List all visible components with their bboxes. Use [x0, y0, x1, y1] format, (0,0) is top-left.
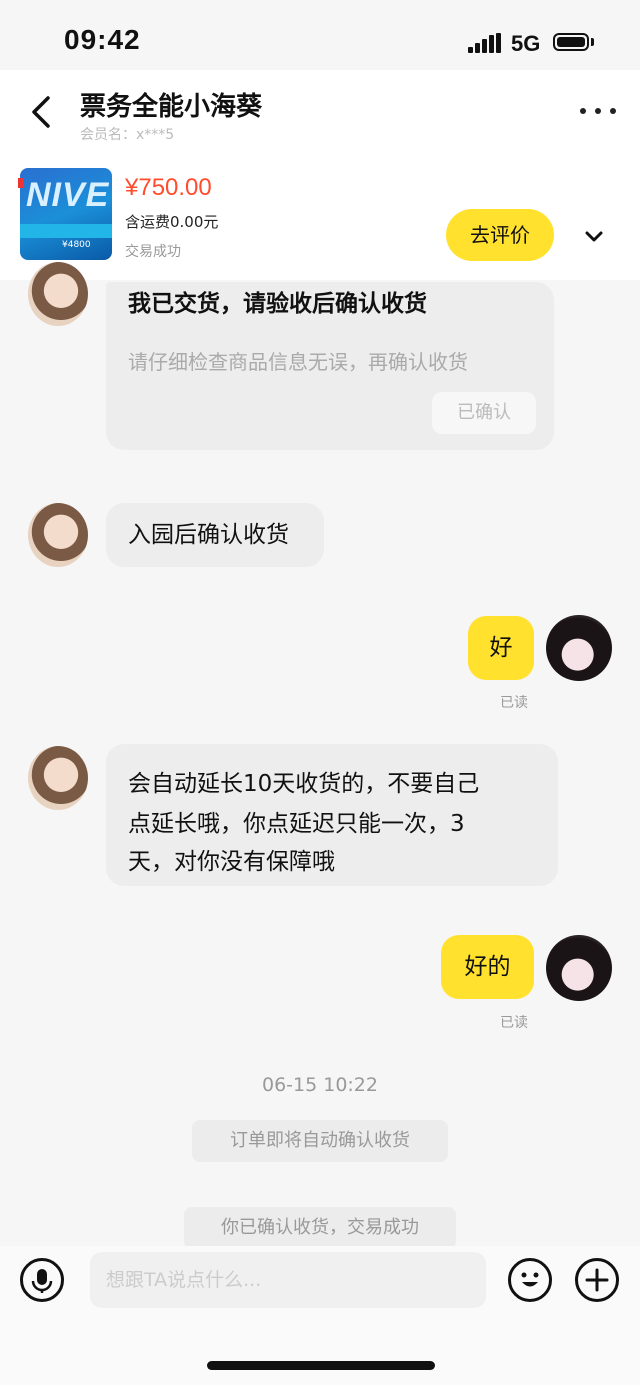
delivery-card-title: 我已交货，请验收后确认收货	[128, 291, 427, 317]
product-image-caption: ¥4800	[62, 240, 91, 250]
chat-title: 票务全能小海葵	[80, 92, 263, 122]
confirmed-button[interactable]: 已确认	[432, 392, 536, 434]
read-status: 已读	[500, 1015, 528, 1031]
seller-avatar[interactable]	[28, 746, 88, 810]
trade-status: 交易成功	[125, 244, 181, 260]
more-dots-icon[interactable]	[580, 108, 616, 118]
image-corner-flag	[18, 178, 24, 188]
plus-icon[interactable]	[575, 1258, 619, 1302]
message-bubble-right: 好的	[441, 935, 534, 999]
message-input[interactable]: 想跟TA说点什么...	[90, 1252, 486, 1308]
my-avatar[interactable]	[546, 615, 612, 681]
battery-icon	[553, 33, 589, 51]
emoji-icon[interactable]	[508, 1258, 552, 1302]
delivery-card-desc: 请仔细检查商品信息无误，再确认收货	[128, 350, 468, 374]
status-time: 09:42	[64, 24, 141, 55]
microphone-icon[interactable]	[20, 1258, 64, 1302]
message-line: 会自动延长10天收货的，不要自己	[128, 771, 480, 797]
product-image-text: NIVE	[26, 176, 110, 214]
chat-subtitle: 会员名：x***5	[80, 127, 175, 143]
read-status: 已读	[500, 695, 528, 711]
product-thumbnail[interactable]: NIVE ¥4800	[20, 168, 112, 260]
chevron-down-icon[interactable]	[582, 224, 606, 248]
message-bubble-left: 入园后确认收货	[106, 503, 324, 567]
shipping-fee: 含运费0.00元	[125, 213, 219, 231]
signal-icon	[468, 33, 502, 53]
message-line: 点延长哦，你点延迟只能一次，3	[128, 811, 465, 837]
rate-button[interactable]: 去评价	[446, 209, 554, 261]
message-line: 天，对你没有保障哦	[128, 849, 335, 875]
battery-tip	[591, 38, 594, 46]
product-image-band	[20, 224, 112, 238]
home-indicator[interactable]	[207, 1361, 435, 1370]
system-notice: 你已确认收货，交易成功	[184, 1207, 456, 1249]
my-avatar[interactable]	[546, 935, 612, 1001]
seller-avatar[interactable]	[28, 503, 88, 567]
system-notice: 订单即将自动确认收货	[192, 1120, 448, 1162]
message-bubble-right: 好	[468, 616, 534, 680]
back-arrow-icon[interactable]	[24, 94, 60, 130]
seller-avatar[interactable]	[28, 262, 88, 326]
chat-timestamp: 06-15 10:22	[261, 1074, 378, 1096]
product-price: ¥750.00	[125, 174, 212, 201]
network-type: 5G	[511, 31, 541, 56]
